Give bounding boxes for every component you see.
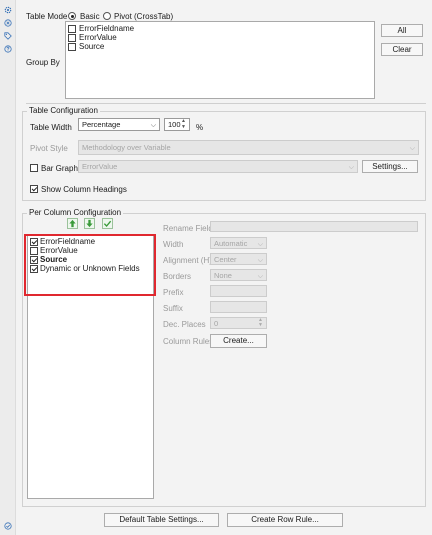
bar-graph-label[interactable]: Bar Graph <box>41 164 78 173</box>
borders-value: None <box>214 271 232 280</box>
table-width-label: Table Width <box>30 123 72 132</box>
settings-gear-icon[interactable] <box>4 6 12 14</box>
basic-radio[interactable] <box>68 12 76 20</box>
show-column-headings-label[interactable]: Show Column Headings <box>41 185 127 194</box>
create-row-rule-button[interactable]: Create Row Rule... <box>227 513 343 527</box>
sidebar <box>0 0 16 535</box>
bar-graph-field-select[interactable]: ErrorValue ⌵ <box>78 160 358 173</box>
dec-places-label: Dec. Places <box>163 320 206 329</box>
check-circle-icon[interactable] <box>4 522 12 530</box>
chevron-down-icon: ⌵ <box>409 145 415 152</box>
chevron-down-icon: ⌵ <box>348 164 354 171</box>
group-by-checkbox[interactable] <box>68 43 76 51</box>
width-label: Width <box>163 240 184 249</box>
rename-field-input[interactable] <box>210 221 418 232</box>
borders-select[interactable]: None ⌵ <box>210 269 267 281</box>
clear-button[interactable]: Clear <box>381 43 423 56</box>
bar-graph-checkbox[interactable] <box>30 164 38 172</box>
close-circle-icon[interactable] <box>4 19 12 27</box>
dec-places-spinner[interactable]: 0 ▲ ▼ <box>210 317 267 329</box>
chevron-down-icon: ⌵ <box>150 122 156 129</box>
tag-icon[interactable] <box>4 32 12 40</box>
table-width-mode-select[interactable]: Percentage ⌵ <box>78 118 160 131</box>
spinner-arrows-icon[interactable]: ▲ ▼ <box>258 318 263 328</box>
help-icon[interactable] <box>4 45 12 53</box>
check-all-icon[interactable] <box>102 218 113 229</box>
chevron-down-icon: ⌵ <box>257 273 263 280</box>
column-rules-label: Column Rules <box>163 337 214 346</box>
prefix-input[interactable] <box>210 285 267 297</box>
table-width-value: 100 <box>168 120 181 129</box>
rename-field-label: Rename Field <box>163 224 213 233</box>
highlight-annotation-box <box>24 234 156 296</box>
chevron-down-icon: ⌵ <box>257 257 263 264</box>
pivot-style-label: Pivot Style <box>30 144 68 153</box>
suffix-label: Suffix <box>163 304 183 313</box>
table-configuration-title: Table Configuration <box>27 106 100 115</box>
group-by-item-label: ErrorFieldname <box>79 24 135 33</box>
alignment-value: Center <box>214 255 237 264</box>
show-column-headings-checkbox[interactable] <box>30 185 38 193</box>
group-by-label: Group By <box>26 58 60 67</box>
spinner-arrows-icon[interactable]: ▲ ▼ <box>181 118 186 130</box>
width-select[interactable]: Automatic ⌵ <box>210 237 267 249</box>
pivot-style-value: Methodology over Variable <box>82 143 171 152</box>
default-table-settings-button[interactable]: Default Table Settings... <box>104 513 219 527</box>
basic-radio-label[interactable]: Basic <box>80 12 100 21</box>
bar-graph-field-value: ErrorValue <box>82 162 118 171</box>
section-divider <box>26 103 426 104</box>
all-button[interactable]: All <box>381 24 423 37</box>
pivot-radio-label[interactable]: Pivot (CrossTab) <box>114 12 173 21</box>
width-value: Automatic <box>214 239 248 248</box>
group-by-list[interactable]: ErrorFieldname ErrorValue Source <box>65 21 375 99</box>
suffix-input[interactable] <box>210 301 267 313</box>
table-width-unit: % <box>196 123 204 132</box>
per-column-configuration-title: Per Column Configuration <box>27 208 124 217</box>
chevron-down-icon: ⌵ <box>257 241 263 248</box>
settings-button[interactable]: Settings... <box>362 160 418 173</box>
table-width-spinner[interactable]: 100 ▲ ▼ <box>164 118 190 131</box>
table-width-mode-value: Percentage <box>82 120 121 129</box>
create-column-rule-button[interactable]: Create... <box>210 334 267 348</box>
pivot-radio[interactable] <box>103 12 111 20</box>
pivot-style-select[interactable]: Methodology over Variable ⌵ <box>78 140 419 155</box>
move-down-icon[interactable] <box>84 218 95 229</box>
group-by-checkbox[interactable] <box>68 34 76 42</box>
move-up-icon[interactable] <box>67 218 78 229</box>
alignment-label: Alignment (H) <box>163 256 212 265</box>
group-by-item-label: ErrorValue <box>79 33 117 42</box>
group-by-checkbox[interactable] <box>68 25 76 33</box>
prefix-label: Prefix <box>163 288 184 297</box>
dec-places-value: 0 <box>214 319 219 328</box>
borders-label: Borders <box>163 272 192 281</box>
group-by-item-label: Source <box>79 42 105 51</box>
table-mode-label: Table Mode <box>26 12 68 21</box>
alignment-select[interactable]: Center ⌵ <box>210 253 267 265</box>
